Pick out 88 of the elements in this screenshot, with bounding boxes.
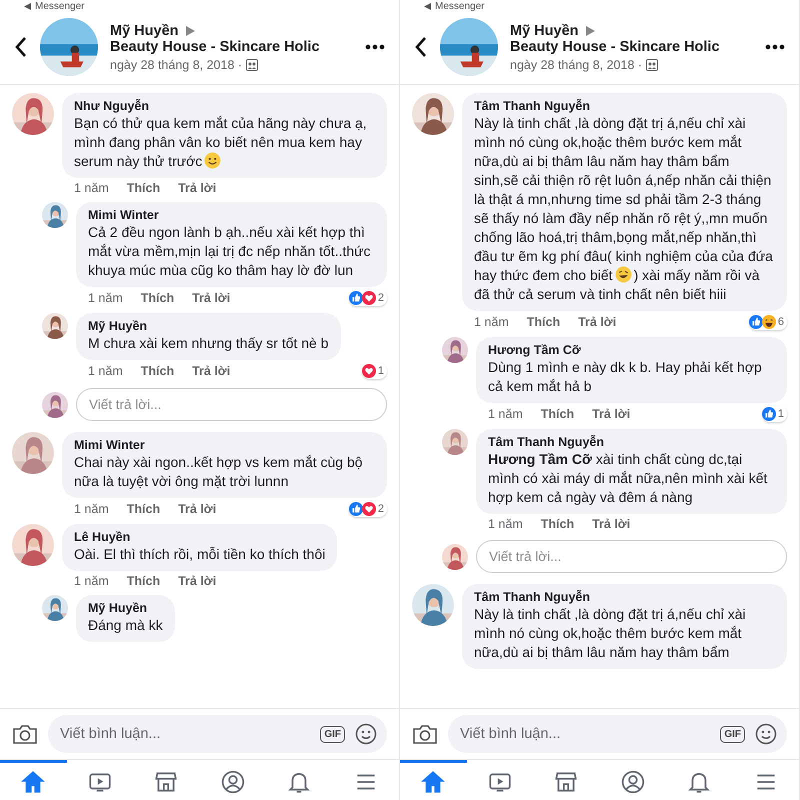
like-link[interactable]: Thích [126,502,160,516]
laughing-face-icon [614,266,632,283]
comment-time: 1 năm [74,181,109,195]
reply-link[interactable]: Trả lời [178,181,216,195]
reply-field[interactable]: Viết trả lời... [76,388,387,421]
author-name[interactable]: Mỹ Huyền [88,601,163,615]
like-icon [748,315,763,329]
more-icon[interactable] [765,44,785,50]
smiley-icon [204,152,222,169]
reply-link[interactable]: Trả lời [192,291,230,305]
like-icon [348,291,363,305]
comment-field[interactable]: Viết bình luận... GIF [448,715,787,753]
group-name[interactable]: Beauty House - Skincare Holic [510,38,720,54]
reply-link[interactable]: Trả lời [592,517,630,531]
comment-text: Đáng mà kk [88,616,163,635]
triangle-icon [184,26,194,36]
author-name[interactable]: Tâm Thanh Nguyễn [474,99,775,113]
author-name[interactable]: Như Nguyễn [74,99,375,113]
like-link[interactable]: Thích [126,181,160,195]
home-icon [420,768,446,794]
smiley-icon[interactable] [755,723,777,745]
comment-text: Cả 2 đều ngon lành b ạh..nếu xài kết hợp thì mắt vừa mềm,mịn lại trị đc nếp nhăn tốt..thức khuya múc mùa cũg ko thâm hay lờ đờ lun [88,223,372,280]
comment-time: 1 năm [474,315,509,329]
comment-field[interactable]: Viết bình luận... GIF [48,715,387,753]
author-name[interactable]: Mỹ Huyền [110,22,178,38]
author-name[interactable]: Lê Huyền [74,530,326,544]
back-icon[interactable] [414,36,428,58]
reply-link[interactable]: Trả lời [178,574,216,588]
smiley-icon[interactable] [355,723,377,745]
like-link[interactable]: Thích [540,517,574,531]
triangle-icon [584,26,594,36]
back-arrow-icon[interactable] [24,2,31,10]
reply-link[interactable]: Trả lời [592,407,630,421]
laughing-face-icon [762,315,776,329]
reply-link[interactable]: Trả lời [192,364,230,378]
author-name[interactable]: Mimi Winter [88,208,375,222]
reaction-summary[interactable]: 1 [762,406,787,422]
like-link[interactable]: Thích [140,364,174,378]
author-name[interactable]: Mỹ Huyền [510,22,578,38]
like-icon [762,407,776,421]
author-name[interactable]: Tâm Thanh Nguyễn [474,590,775,604]
reaction-summary[interactable]: 2 [348,290,387,306]
audience-icon [246,58,258,70]
gif-button[interactable]: GIF [720,726,745,742]
author-name[interactable]: Hương Tầm Cỡ [488,343,775,357]
post-date: ngày 28 tháng 8, 2018 · [510,58,642,72]
comment-time: 1 năm [488,517,523,531]
gif-button[interactable]: GIF [320,726,345,742]
comment-text: Chai này xài ngon..kết hợp vs kem mắt cùg bộ nữa là tuyệt vời ông mặt trời lunnn [74,453,364,491]
reply-link[interactable]: Trả lời [578,315,616,329]
profile-icon [620,768,646,794]
like-link[interactable]: Thích [526,315,560,329]
comment-text: Bạn có thử qua kem mắt của hãng này chưa ạ, mình đang phân vân ko biết nên mua kem hay serum này thử trước [74,114,368,171]
more-icon[interactable] [365,44,385,50]
like-link[interactable]: Thích [140,291,174,305]
comment-time: 1 năm [88,291,123,305]
camera-icon[interactable] [12,723,38,745]
back-icon[interactable] [14,36,28,58]
reaction-summary[interactable]: 1 [362,363,387,379]
reaction-summary[interactable]: 6 [748,314,787,330]
group-name[interactable]: Beauty House - Skincare Holic [110,38,320,54]
comment-text: Này là tinh chất ,là dòng đặt trị á,nếu chỉ xài mình nó cùng ok,hoặc thêm bước kem mắt nữa,dù ai bị thâm lâu năm hay thâm bẩm sinh,sẽ cải thiện rõ rệt luôn á,nếp nhăn cải thiện là thật á mn,nhưng time sd phải tầm 2-3 tháng sẽ thấy nó làm đầy nếp nhăn rõ rệt ý,,mn muốn chống lão hoá,trị thâm,bọng mắt,nếp nhăn,thì đầu tư ẽm kg phí đâu( kinh nghiệm của của đứa hay thức đem cho biết ) xài mấy năm rồi và đã thử cả serum và tinh chất nên biết hiii [474,114,774,304]
audience-icon [646,58,658,70]
author-name[interactable]: Mimi Winter [74,438,375,452]
like-link[interactable]: Thích [540,407,574,421]
comment-text: Này là tinh chất ,là dòng đặt trị á,nếu chỉ xài mình nó cùng ok,hoặc thêm bước kem mắt nữa,dù ai bị thâm lâu năm hay thâm bẩm [474,605,747,662]
camera-icon[interactable] [412,723,438,745]
author-name[interactable]: Tâm Thanh Nguyễn [488,435,775,449]
comment-text: Oài. El thì thích rồi, mỗi tiền ko thích thôi [74,545,326,564]
reaction-summary[interactable]: 2 [348,501,387,517]
back-to-app-link[interactable]: Messenger [435,0,484,12]
like-icon [348,502,363,516]
reply-link[interactable]: Trả lời [178,502,216,516]
author-name[interactable]: Mỹ Huyền [88,319,329,333]
comment-text: M chưa xài kem nhưng thấy sr tốt nè b [88,334,329,353]
like-link[interactable]: Thích [126,574,160,588]
comment-time: 1 năm [74,574,109,588]
comment-time: 1 năm [488,407,523,421]
back-to-app-link[interactable]: Messenger [35,0,84,12]
comment-text: Dùng 1 mình e này dk k b. Hay phải kết hợp cả kem mắt hả b [488,358,763,396]
reply-field[interactable]: Viết trả lời... [476,540,787,573]
home-icon [20,768,46,794]
comment-time: 1 năm [74,502,109,516]
post-date: ngày 28 tháng 8, 2018 · [110,58,242,72]
comment-time: 1 năm [88,364,123,378]
back-arrow-icon[interactable] [424,2,431,10]
profile-icon [220,768,246,794]
comment-text: Hương Tầm Cỡ xài tinh chất cùng dc,tại mình có xài máy di mắt nữa,nên mình xài kết hợp kem cả ngày và đêm á nàng [488,450,768,507]
